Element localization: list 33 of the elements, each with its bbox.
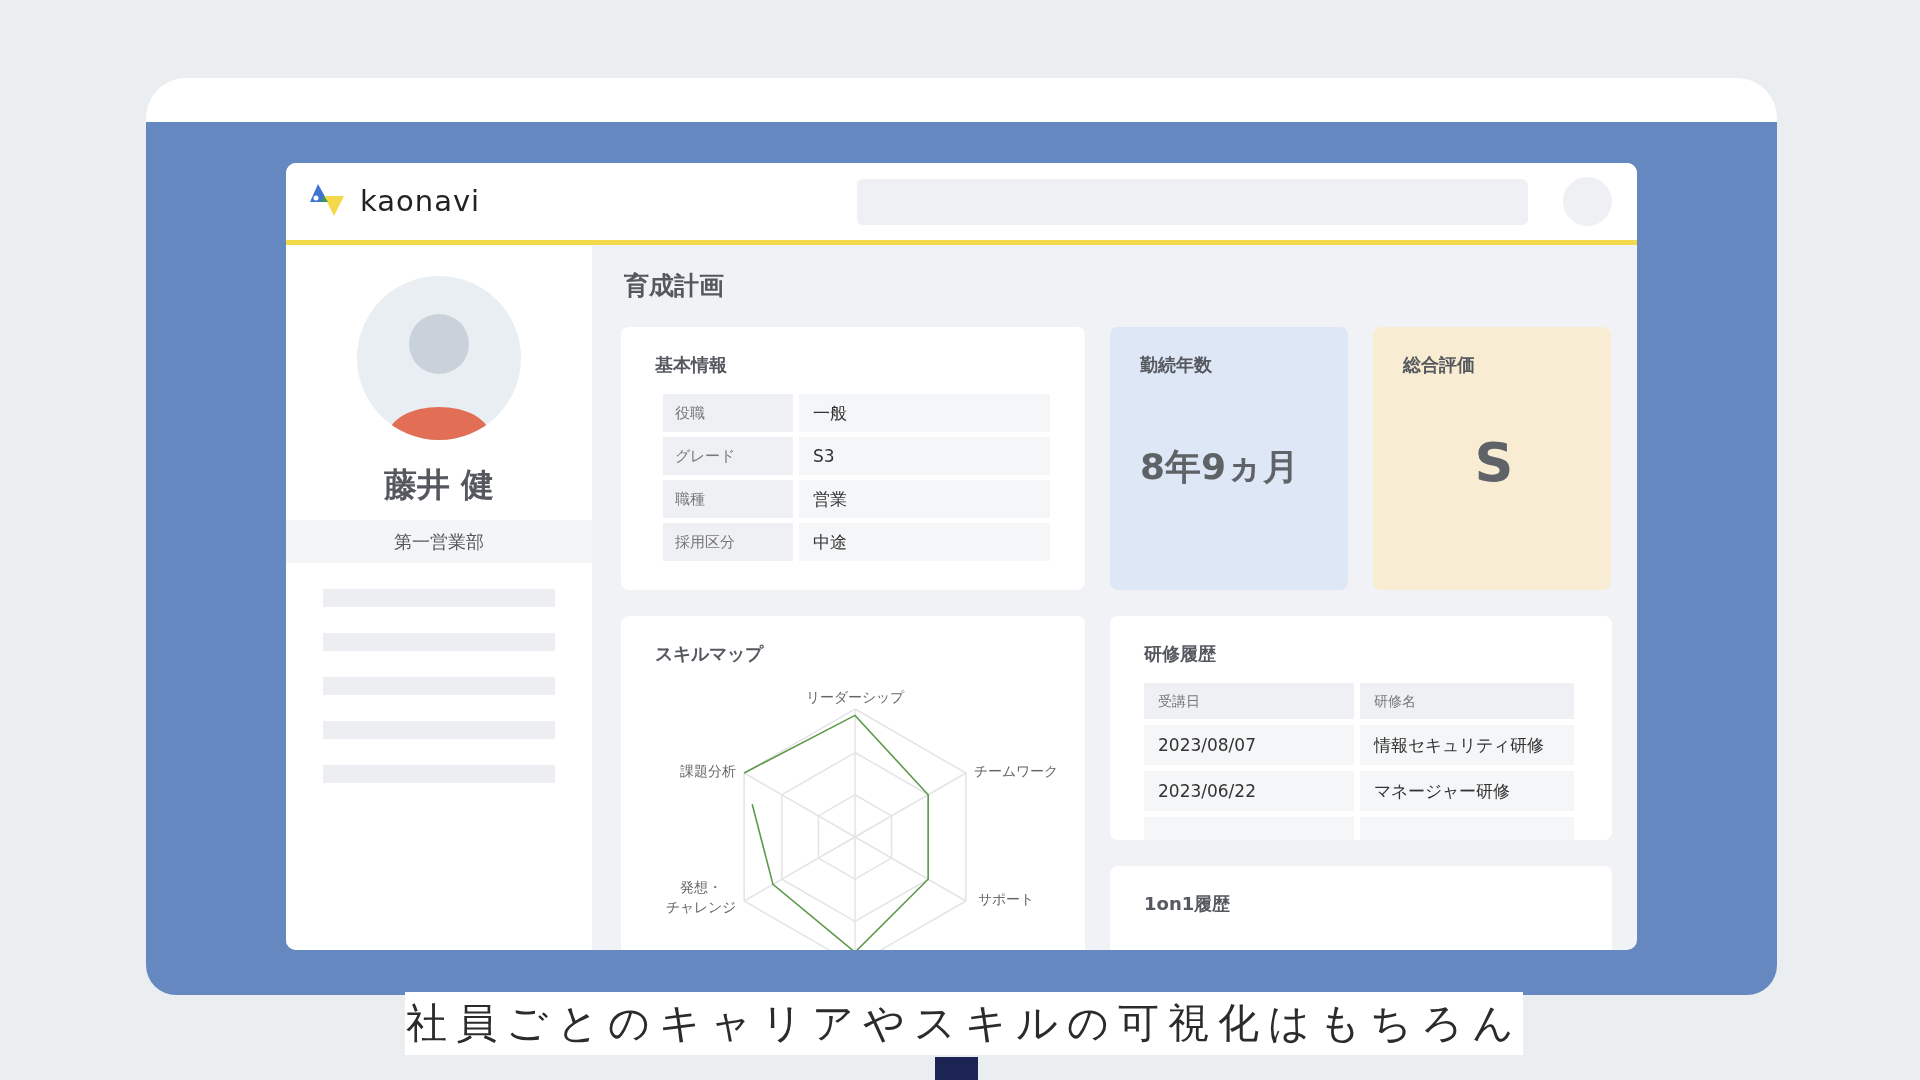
table-cell: 2023/06/22	[1144, 771, 1354, 811]
field-label: グレード	[663, 437, 793, 475]
field-label: 役職	[663, 394, 793, 432]
logo-text: kaonavi	[360, 182, 481, 220]
field-label: 職種	[663, 480, 793, 518]
card-title: 総合評価	[1403, 353, 1476, 377]
card-title: 勤続年数	[1140, 353, 1213, 377]
monitor-stand	[935, 1057, 978, 1080]
stat-value: 8年9ヵ月	[1140, 445, 1301, 489]
page-title: 育成計画	[624, 270, 725, 302]
axis-label: サポート	[977, 890, 1034, 909]
card-title: 1on1履歴	[1144, 892, 1232, 916]
field-value: 営業	[799, 480, 1050, 518]
field-value: 一般	[799, 394, 1050, 432]
axis-label: チームワーク	[973, 762, 1058, 781]
card-title: 基本情報	[655, 353, 728, 377]
field-value: S3	[799, 437, 1050, 475]
stat-value: S	[1473, 430, 1515, 496]
department-label: 第一営業部	[286, 519, 592, 563]
field-value: 中途	[799, 523, 1050, 561]
card-title: 研修履歴	[1144, 642, 1217, 666]
employee-name: 藤井 健	[383, 464, 495, 506]
axis-label: 発想・ チャレンジ	[666, 878, 737, 917]
column-header: 受講日	[1144, 683, 1354, 719]
column-header: 研修名	[1360, 683, 1574, 719]
axis-label: 課題分析	[680, 762, 737, 781]
table-cell: 情報セキュリティ研修	[1360, 725, 1574, 765]
table-cell: 2023/08/07	[1144, 725, 1354, 765]
card-title: スキルマップ	[655, 642, 765, 666]
caption: 社員ごとのキャリアやスキルの可視化はもちろん	[405, 992, 1523, 1055]
axis-label: リーダーシップ	[806, 688, 904, 707]
table-cell: マネージャー研修	[1360, 771, 1574, 811]
field-label: 採用区分	[663, 523, 793, 561]
